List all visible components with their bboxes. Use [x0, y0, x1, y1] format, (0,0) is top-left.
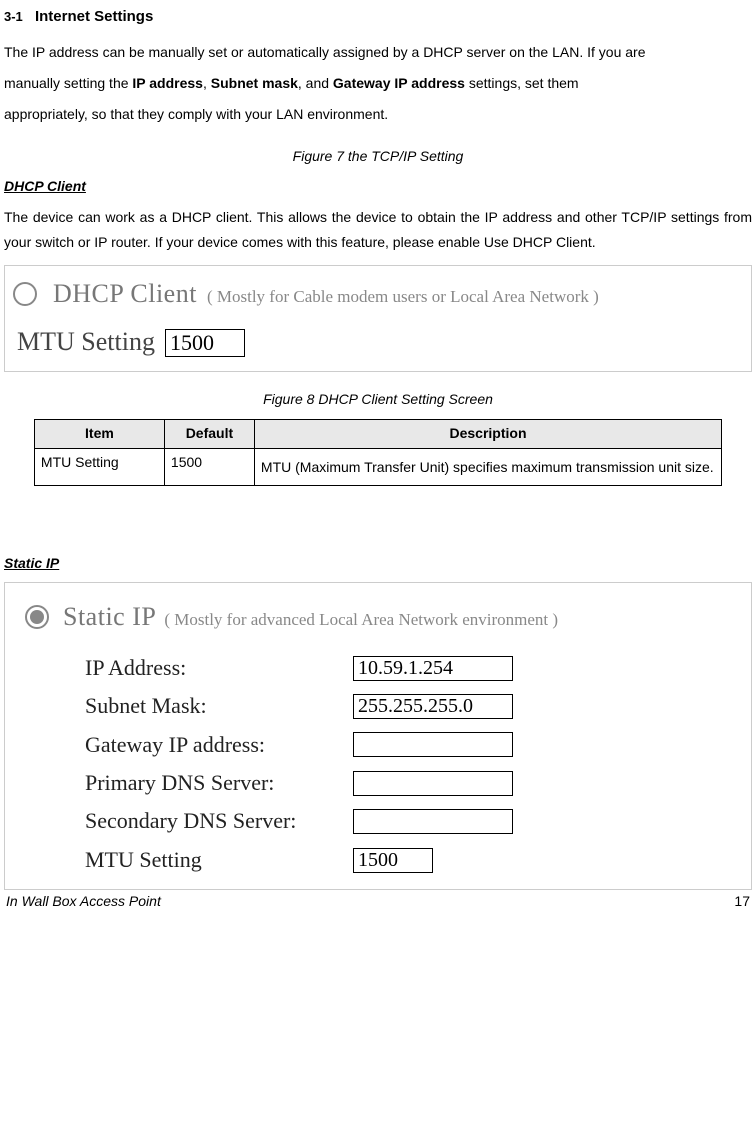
dhcp-mtu-label: MTU Setting [17, 324, 155, 360]
static-radio-icon[interactable] [25, 605, 49, 629]
dhcp-description-table: Item Default Description MTU Setting 150… [34, 419, 722, 486]
th-description: Description [254, 420, 721, 449]
intro-line1: The IP address can be manually set or au… [4, 44, 645, 60]
th-item: Item [34, 420, 164, 449]
figure7-caption: Figure 7 the TCP/IP Setting [4, 147, 752, 167]
gateway-input[interactable] [353, 732, 513, 757]
static-radio-row: Static IP ( Mostly for advanced Local Ar… [25, 599, 731, 635]
gateway-label: Gateway IP address: [85, 732, 345, 758]
bold-ip-address: IP address [132, 75, 203, 91]
primary-dns-label: Primary DNS Server: [85, 770, 345, 796]
table-row: MTU Setting 1500 MTU (Maximum Transfer U… [34, 448, 721, 485]
td-default: 1500 [164, 448, 254, 485]
intro-line2-pre: manually setting the [4, 75, 132, 91]
intro-line2-post: settings, set them [465, 75, 579, 91]
td-item: MTU Setting [34, 448, 164, 485]
static-screenshot-hint: ( Mostly for advanced Local Area Network… [164, 608, 558, 632]
section-number: 3-1 [4, 9, 23, 24]
static-ip-screenshot: Static IP ( Mostly for advanced Local Ar… [4, 582, 752, 891]
dhcp-radio-icon[interactable] [13, 282, 37, 306]
dhcp-client-heading: DHCP Client [4, 177, 752, 197]
dhcp-mtu-row: MTU Setting [17, 324, 743, 360]
bold-gateway: Gateway IP address [333, 75, 465, 91]
primary-dns-input[interactable] [353, 771, 513, 796]
dhcp-screenshot-title: DHCP Client [53, 276, 197, 312]
footer: In Wall Box Access Point 17 [4, 892, 752, 912]
section-title: Internet Settings [35, 8, 153, 25]
static-mtu-label: MTU Setting [85, 847, 345, 873]
section-header: 3-1 Internet Settings [4, 6, 752, 27]
static-screenshot-title: Static IP [63, 599, 156, 635]
td-description: MTU (Maximum Transfer Unit) specifies ma… [254, 448, 721, 485]
static-mtu-input[interactable] [353, 848, 433, 873]
subnet-mask-input[interactable] [353, 694, 513, 719]
th-default: Default [164, 420, 254, 449]
footer-page-number: 17 [734, 892, 750, 912]
figure8-caption: Figure 8 DHCP Client Setting Screen [4, 390, 752, 410]
bold-subnet-mask: Subnet mask [211, 75, 298, 91]
static-ip-heading: Static IP [4, 554, 752, 574]
ip-address-input[interactable] [353, 656, 513, 681]
intro-paragraph: The IP address can be manually set or au… [4, 37, 752, 129]
intro-line3: appropriately, so that they comply with … [4, 106, 388, 122]
secondary-dns-input[interactable] [353, 809, 513, 834]
dhcp-screenshot-hint: ( Mostly for Cable modem users or Local … [207, 285, 599, 309]
dhcp-body-text: The device can work as a DHCP client. Th… [4, 205, 752, 255]
static-fields-grid: IP Address: Subnet Mask: Gateway IP addr… [85, 655, 731, 873]
subnet-mask-label: Subnet Mask: [85, 693, 345, 719]
dhcp-mtu-input[interactable] [165, 329, 245, 357]
dhcp-screenshot: DHCP Client ( Mostly for Cable modem use… [4, 265, 752, 372]
table-header-row: Item Default Description [34, 420, 721, 449]
dhcp-radio-row: DHCP Client ( Mostly for Cable modem use… [13, 276, 743, 312]
footer-doc-title: In Wall Box Access Point [6, 892, 161, 912]
ip-address-label: IP Address: [85, 655, 345, 681]
secondary-dns-label: Secondary DNS Server: [85, 808, 345, 834]
